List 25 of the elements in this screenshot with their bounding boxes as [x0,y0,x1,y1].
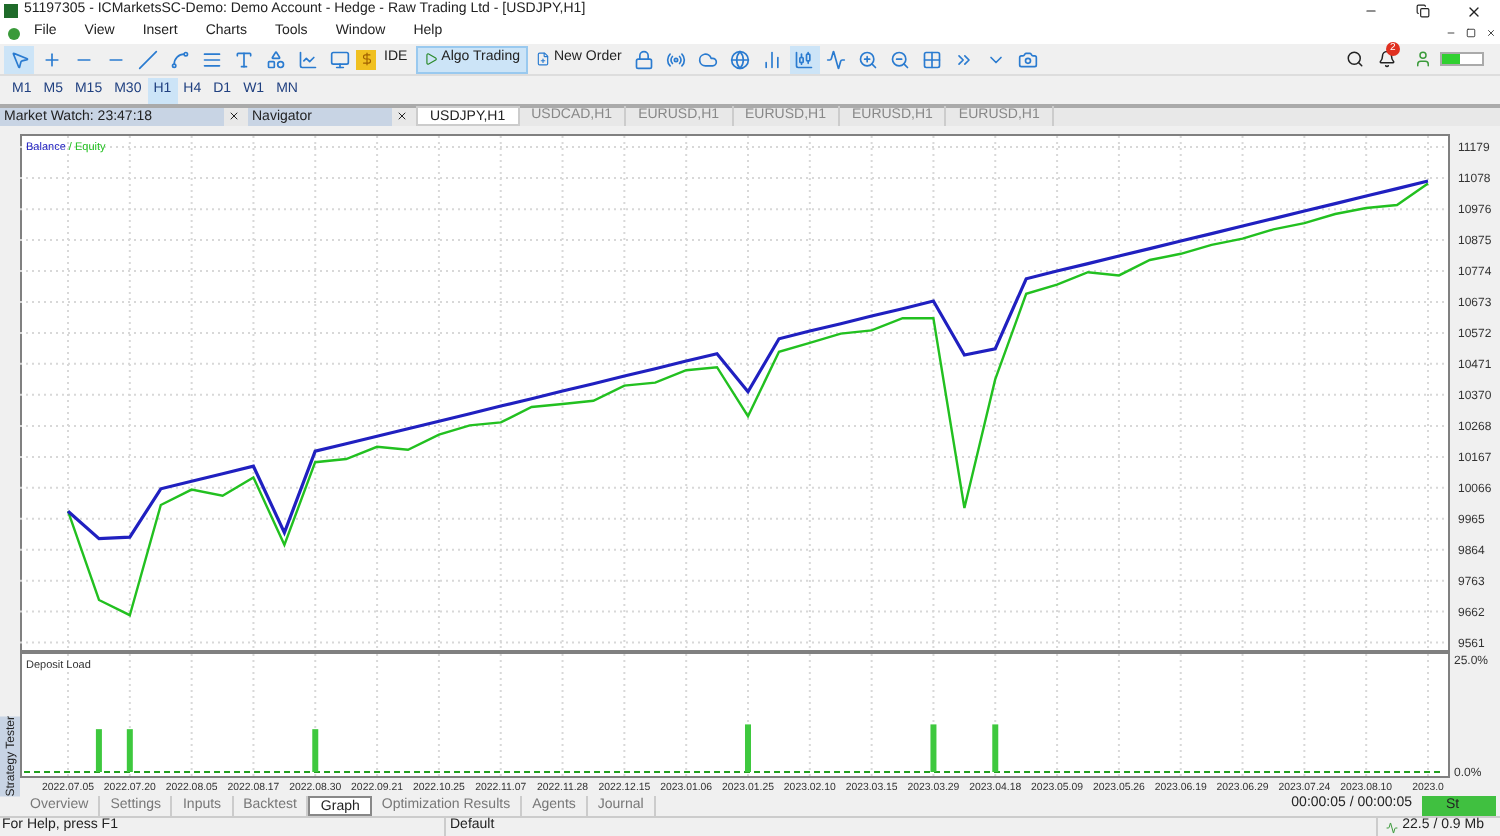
search-icon[interactable] [1346,50,1364,68]
load-bar [126,729,133,772]
load-bar [992,724,999,772]
coin-icon[interactable] [356,49,376,69]
load-bar [95,729,102,772]
minimize-icon [1445,28,1455,38]
minimize-icon [1363,4,1377,18]
load-bar [312,729,319,772]
connection-meter [1440,52,1484,66]
restore-icon [1465,28,1475,38]
load-bar [930,724,937,772]
traffic-icon [1386,821,1399,833]
cursor-icon[interactable] [4,45,34,73]
document-plus-icon [535,52,550,66]
load-bar [745,724,751,772]
close-icon[interactable] [228,110,240,122]
user-icon[interactable] [1414,50,1432,68]
app-icon [4,4,18,18]
app-menu-icon[interactable] [8,27,20,39]
play-icon [423,52,438,66]
candlestick-icon[interactable] [789,45,820,73]
close-icon [1466,3,1482,19]
restore-icon [1415,4,1429,18]
notification-icon[interactable] [1378,50,1396,68]
close-icon[interactable] [396,110,408,122]
